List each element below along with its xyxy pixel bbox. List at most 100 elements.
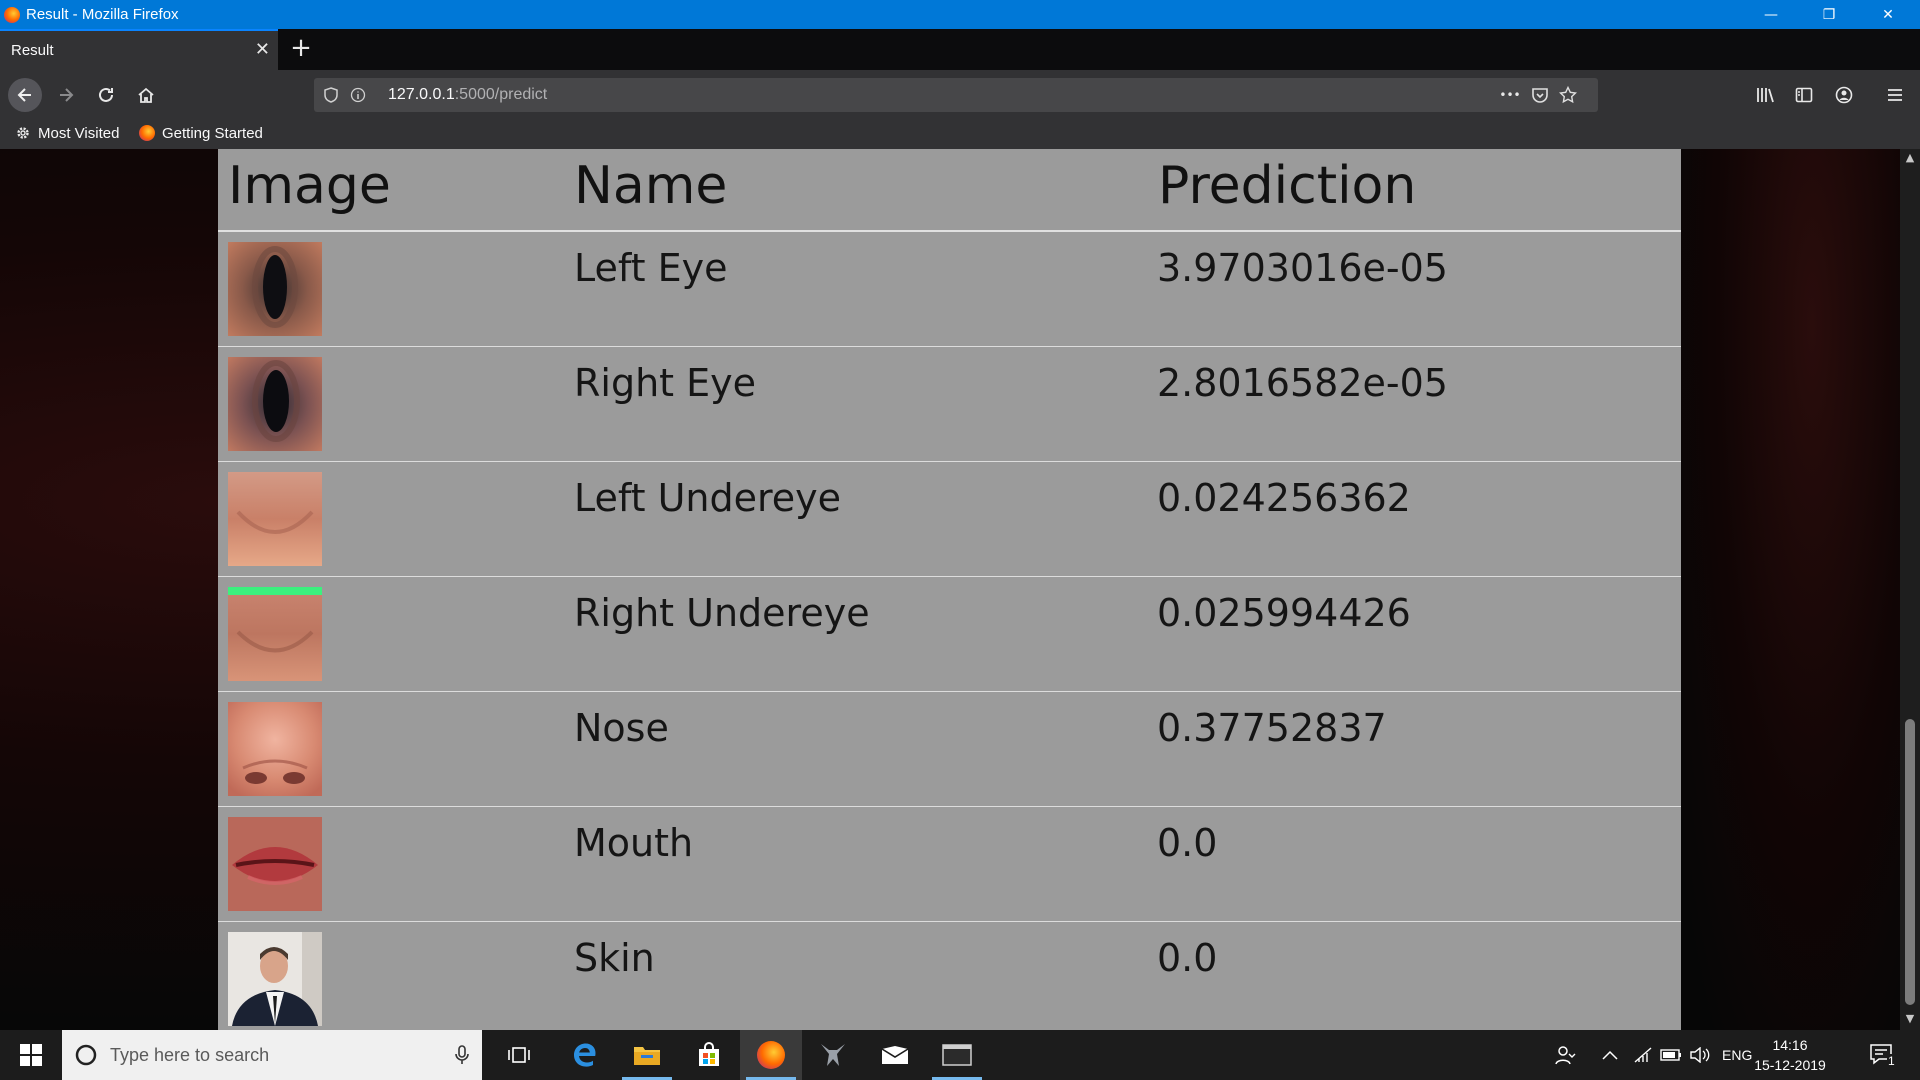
- right-undereye-thumbnail: [228, 587, 322, 681]
- clock-time: 14:16: [1772, 1037, 1808, 1053]
- row-name: Left Eye: [574, 246, 728, 290]
- people-icon[interactable]: [1554, 1030, 1576, 1080]
- row-name: Right Undereye: [574, 591, 870, 635]
- taskbar-search-box[interactable]: Type here to search: [62, 1030, 482, 1080]
- scroll-down-icon[interactable]: ▼: [1900, 1012, 1920, 1028]
- taskbar-clock[interactable]: 14:16 15-12-2019: [1746, 1035, 1834, 1075]
- row-prediction: 0.024256362: [1157, 476, 1411, 520]
- taskbar-firefox[interactable]: [740, 1030, 802, 1080]
- page-actions-icon[interactable]: •••: [1499, 85, 1520, 105]
- taskbar-predator-app[interactable]: [802, 1030, 864, 1080]
- firefox-icon: [138, 124, 156, 142]
- close-window-button[interactable]: ✕: [1858, 0, 1918, 29]
- url-bar[interactable]: 127.0.0.1:5000/predict •••: [314, 78, 1598, 112]
- scroll-up-icon[interactable]: ▲: [1900, 151, 1920, 167]
- windows-logo-icon: [20, 1044, 42, 1066]
- library-button[interactable]: [1748, 78, 1782, 112]
- pocket-icon[interactable]: [1530, 85, 1550, 105]
- table-row: Nose 0.37752837: [218, 692, 1681, 807]
- back-button[interactable]: [8, 78, 42, 112]
- forward-button[interactable]: [49, 78, 83, 112]
- left-undereye-thumbnail: [228, 472, 322, 566]
- sidebar-button[interactable]: [1787, 78, 1821, 112]
- tab-label: Result: [11, 42, 54, 59]
- new-tab-button[interactable]: +: [288, 35, 314, 61]
- action-center-button[interactable]: 1: [1868, 1030, 1896, 1080]
- wifi-icon[interactable]: [1634, 1030, 1652, 1080]
- taskbar-store[interactable]: [678, 1030, 740, 1080]
- page-scrollbar[interactable]: ▲ ▼: [1900, 149, 1920, 1030]
- bookmark-label: Getting Started: [162, 124, 263, 142]
- reload-button[interactable]: [89, 78, 123, 112]
- firefox-icon: [757, 1041, 785, 1069]
- battery-icon[interactable]: [1660, 1030, 1682, 1080]
- tab-close-icon[interactable]: ✕: [255, 39, 270, 60]
- terminal-icon: [942, 1044, 972, 1066]
- header-name: Name: [574, 156, 728, 216]
- volume-icon[interactable]: [1690, 1030, 1710, 1080]
- task-view-button[interactable]: [488, 1030, 550, 1080]
- navigation-toolbar: 127.0.0.1:5000/predict •••: [0, 70, 1920, 120]
- minimize-button[interactable]: —: [1742, 0, 1800, 29]
- bookmark-star-icon[interactable]: [1558, 85, 1578, 105]
- home-button[interactable]: [129, 78, 163, 112]
- microphone-icon[interactable]: [454, 1045, 470, 1065]
- menu-button[interactable]: [1878, 78, 1912, 112]
- right-eye-thumbnail: [228, 357, 322, 451]
- url-text[interactable]: 127.0.0.1:5000/predict: [388, 86, 547, 104]
- library-icon: [1757, 88, 1774, 103]
- restore-button[interactable]: ❐: [1800, 0, 1858, 29]
- skin-portrait-thumbnail: [228, 932, 322, 1026]
- row-prediction: 0.0: [1157, 936, 1218, 980]
- search-placeholder: Type here to search: [110, 1044, 270, 1065]
- row-prediction: 0.025994426: [1157, 591, 1411, 635]
- taskbar-edge[interactable]: [554, 1030, 616, 1080]
- row-name: Right Eye: [574, 361, 757, 405]
- home-icon: [138, 87, 154, 103]
- windows-taskbar: Type here to search ENG 14:16 15-12-2019…: [0, 1030, 1920, 1080]
- nose-thumbnail: [228, 702, 322, 796]
- page-content: Image Name Prediction Left Eye 3.9703016…: [0, 149, 1900, 1030]
- bookmark-most-visited[interactable]: Most Visited: [14, 124, 119, 142]
- row-prediction: 2.8016582e-05: [1157, 361, 1448, 405]
- taskbar-file-explorer[interactable]: [616, 1030, 678, 1080]
- account-icon: [1835, 86, 1853, 104]
- mouth-thumbnail: [228, 817, 322, 911]
- row-name: Mouth: [574, 821, 694, 865]
- taskbar-terminal[interactable]: [926, 1030, 988, 1080]
- hamburger-menu-icon: [1888, 89, 1902, 101]
- cortana-icon: [75, 1044, 97, 1066]
- table-row: Mouth 0.0: [218, 807, 1681, 922]
- bookmark-getting-started[interactable]: Getting Started: [138, 124, 263, 142]
- tab-strip: Result ✕ +: [0, 29, 1920, 70]
- back-arrow-icon: [17, 88, 31, 102]
- taskbar-mail[interactable]: [864, 1030, 926, 1080]
- forward-arrow-icon: [60, 88, 74, 102]
- bookmark-label: Most Visited: [38, 124, 120, 142]
- firefox-icon: [4, 6, 20, 23]
- table-row: Left Eye 3.9703016e-05: [218, 232, 1681, 347]
- row-name: Skin: [574, 936, 655, 980]
- tracking-shield-icon[interactable]: [321, 85, 341, 105]
- row-name: Nose: [574, 706, 669, 750]
- tab-result[interactable]: Result ✕: [0, 29, 278, 70]
- table-row: Right Undereye 0.025994426: [218, 577, 1681, 692]
- row-prediction: 0.0: [1157, 821, 1218, 865]
- account-button[interactable]: [1827, 78, 1861, 112]
- edge-icon: [574, 1043, 596, 1067]
- left-eye-thumbnail: [228, 242, 322, 336]
- url-path: :5000/predict: [454, 86, 548, 103]
- bookmarks-toolbar: Most Visited Getting Started: [0, 120, 1920, 149]
- window-title: Result - Mozilla Firefox: [26, 6, 179, 23]
- gear-icon: [14, 124, 32, 142]
- scrollbar-thumb[interactable]: [1905, 719, 1915, 1005]
- site-info-icon[interactable]: [348, 85, 368, 105]
- show-hidden-icons-chevron-icon[interactable]: [1602, 1030, 1618, 1080]
- header-image: Image: [228, 156, 391, 216]
- table-row: Left Undereye 0.024256362: [218, 462, 1681, 577]
- notification-count: 1: [1887, 1054, 1896, 1068]
- background-decoration: [1680, 149, 1900, 1030]
- store-icon: [699, 1042, 719, 1066]
- start-button[interactable]: [0, 1030, 62, 1080]
- url-host: 127.0.0.1: [388, 86, 455, 103]
